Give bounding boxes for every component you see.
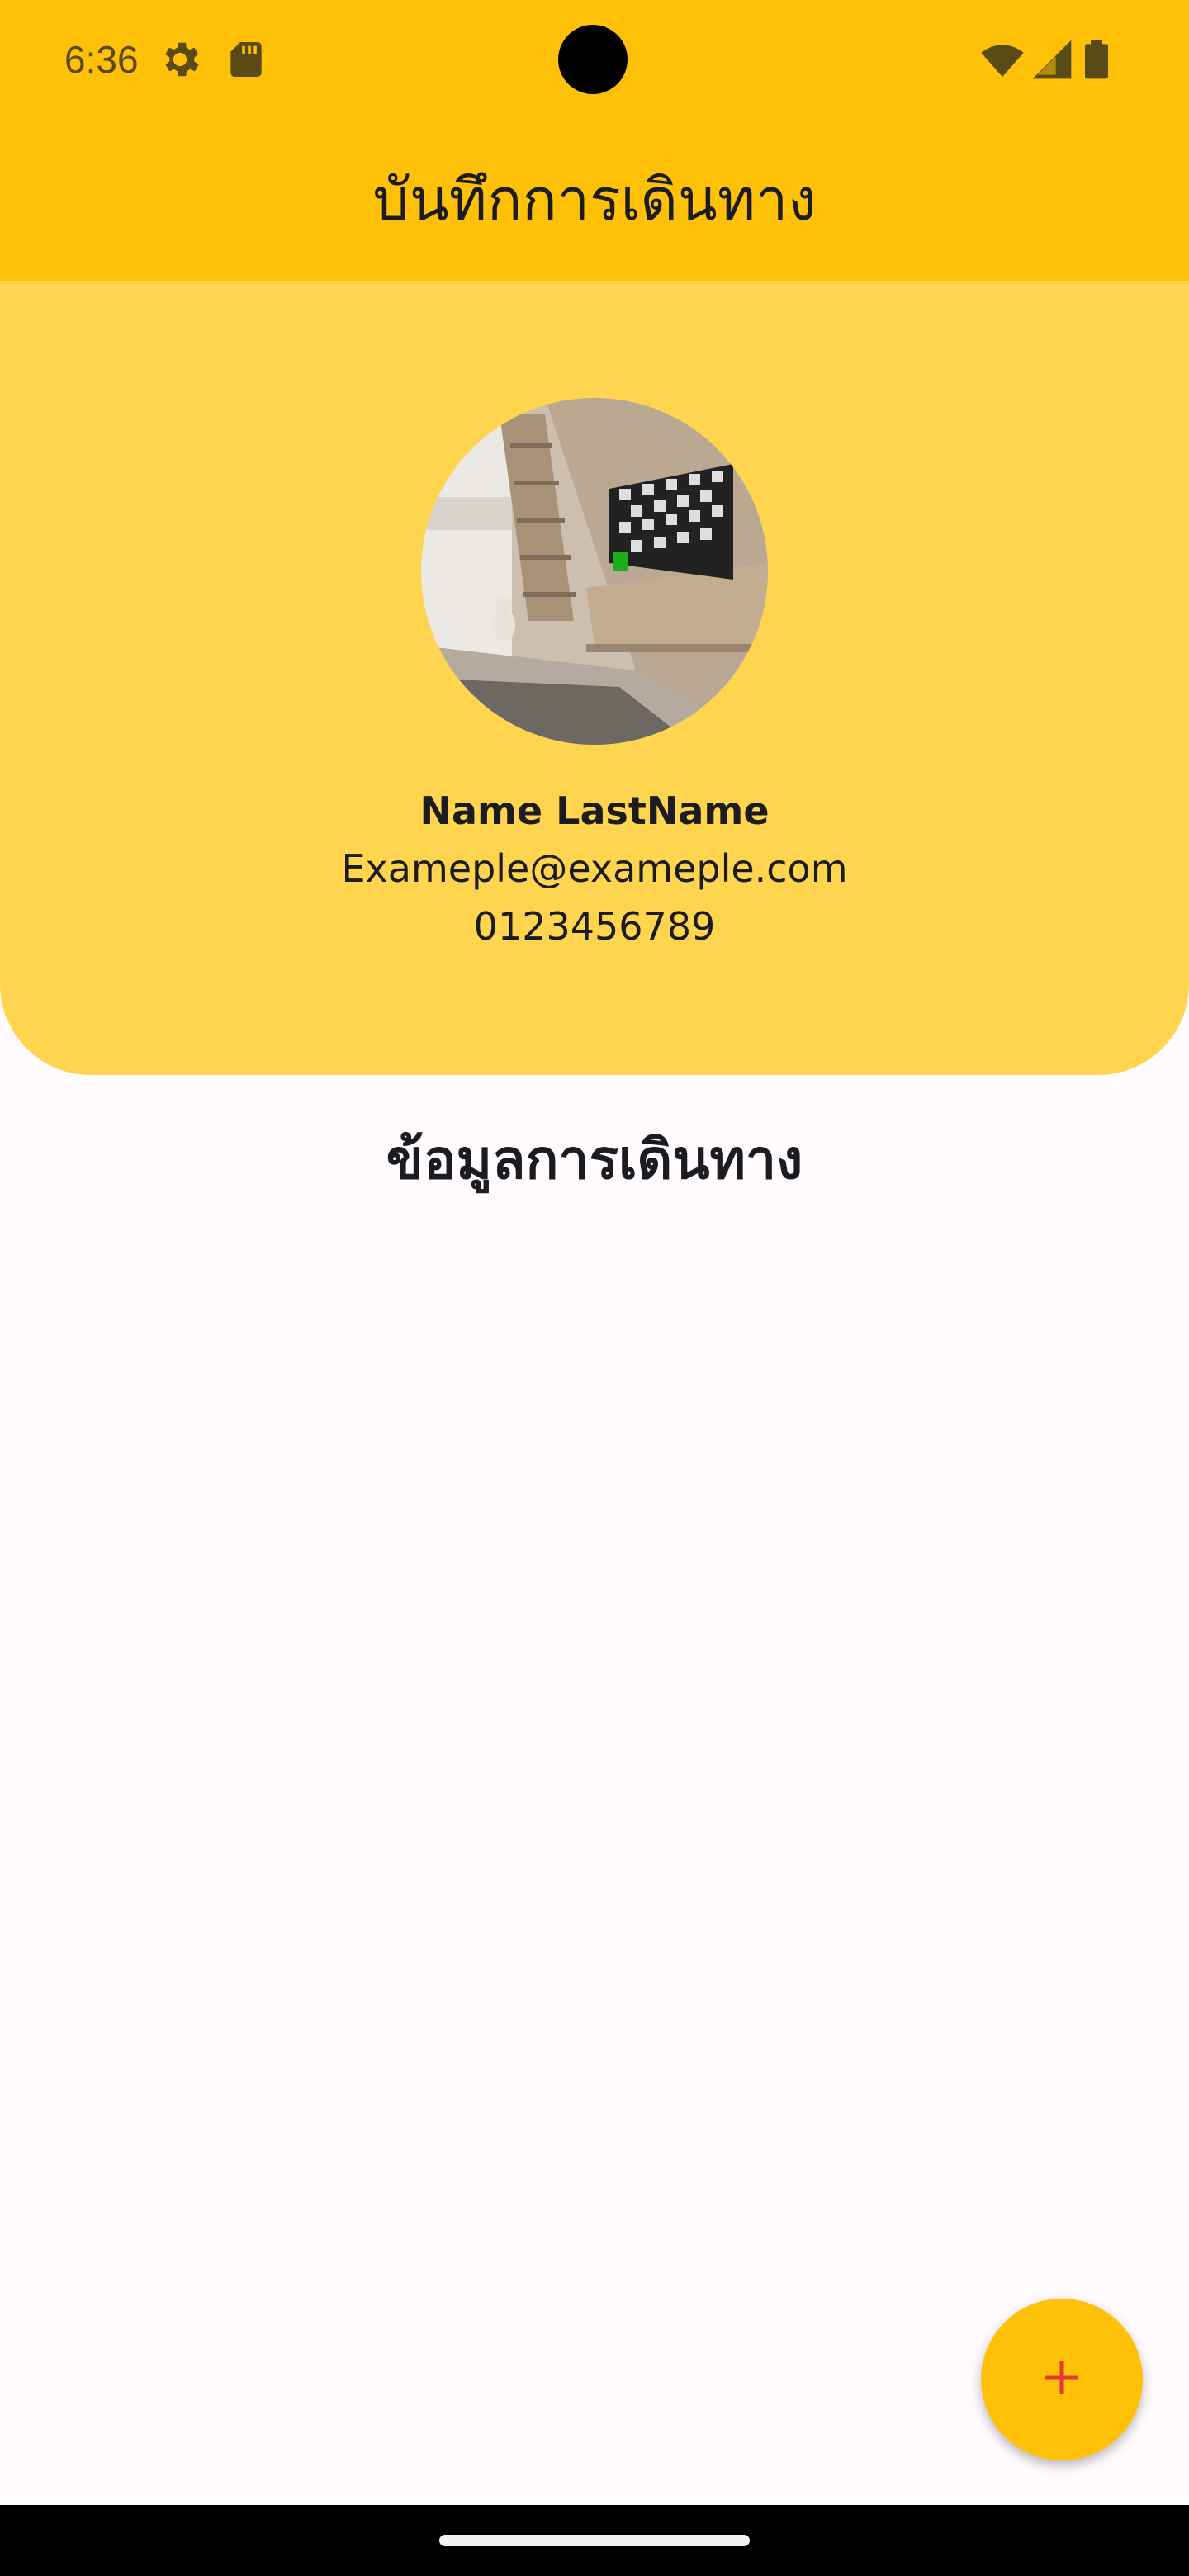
avatar-room-image bbox=[421, 398, 768, 745]
status-bar: 6:36 bbox=[0, 0, 1189, 119]
add-trip-button[interactable] bbox=[981, 2299, 1143, 2460]
profile-phone: 0123456789 bbox=[473, 904, 716, 949]
profile-email: Exameple@exameple.com bbox=[341, 846, 848, 891]
profile-card: Name LastName Exameple@exameple.com 0123… bbox=[0, 281, 1189, 1075]
settings-icon bbox=[157, 36, 203, 83]
plus-icon bbox=[1037, 2353, 1087, 2406]
wifi-icon bbox=[979, 36, 1026, 83]
sd-card-icon bbox=[223, 36, 269, 83]
status-time: 6:36 bbox=[64, 38, 139, 81]
navigation-bar bbox=[0, 2505, 1189, 2576]
profile-avatar[interactable] bbox=[421, 398, 768, 745]
battery-icon bbox=[1073, 36, 1120, 83]
app-title: บันทึกการเดินทาง bbox=[372, 166, 817, 234]
home-indicator[interactable] bbox=[439, 2535, 750, 2546]
camera-cutout bbox=[558, 25, 628, 94]
app-bar: บันทึกการเดินทาง bbox=[0, 119, 1189, 281]
cellular-signal-icon bbox=[1029, 36, 1075, 83]
profile-name: Name LastName bbox=[419, 788, 770, 833]
section-title: ข้อมูลการเดินทาง bbox=[386, 1128, 803, 1191]
